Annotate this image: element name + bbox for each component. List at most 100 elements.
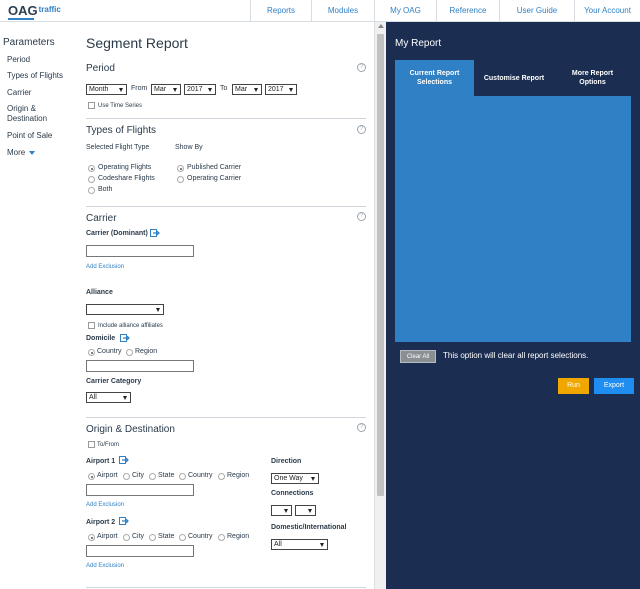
run-button[interactable]: Run [558, 378, 589, 394]
radio-airport2-airport[interactable] [88, 534, 95, 541]
granularity-select[interactable]: Month [86, 84, 127, 95]
connections-max-select[interactable] [295, 505, 316, 516]
to-year-select[interactable]: 2017 [265, 84, 297, 95]
carrier-category-label: Carrier Category [86, 378, 142, 385]
domestic-international-select[interactable]: All [271, 539, 328, 550]
radio-airport2-state[interactable] [149, 534, 156, 541]
radio-published-carrier[interactable] [177, 165, 184, 172]
radio-airport2-country[interactable] [179, 534, 186, 541]
alliance-label: Alliance [86, 289, 113, 296]
airport1-city-label: City [132, 472, 145, 479]
radio-airport2-city[interactable] [123, 534, 130, 541]
carrier-input[interactable] [86, 245, 194, 257]
time-series-label: Use Time Series [98, 103, 143, 109]
nav-your-account[interactable]: Your Account [574, 0, 640, 22]
chevron-down-icon [320, 543, 324, 547]
sidebar-title: Parameters [3, 37, 55, 48]
from-year-value: 2017 [187, 86, 203, 93]
radio-domicile-region[interactable] [126, 349, 133, 356]
sidebar-item-origin-destination[interactable]: Origin & Destination [7, 104, 53, 124]
airport1-add-exclusion-link[interactable]: Add Exclusion [86, 502, 124, 508]
section-title-carrier: Carrier [86, 213, 117, 224]
tab-customise-report[interactable]: Customise Report [474, 60, 554, 96]
scrollbar-thumb[interactable] [377, 34, 384, 496]
nav-reports[interactable]: Reports [250, 0, 311, 22]
help-icon[interactable]: ? [357, 63, 366, 72]
show-by-label: Show By [175, 144, 203, 151]
airport1-input[interactable] [86, 484, 194, 496]
to-from-checkbox[interactable] [88, 441, 95, 448]
sidebar-item-point-of-sale[interactable]: Point of Sale [7, 131, 77, 141]
carrier-category-select[interactable]: All [86, 392, 131, 403]
operating-flights-label: Operating Flights [98, 164, 152, 171]
export-button[interactable]: Export [594, 378, 634, 394]
radio-both[interactable] [88, 187, 95, 194]
help-icon[interactable]: ? [357, 423, 366, 432]
add-field-icon[interactable] [120, 334, 130, 342]
sidebar-item-types-of-flights[interactable]: Types of Flights [7, 71, 77, 81]
radio-airport1-city[interactable] [123, 473, 130, 480]
airport2-state-label: State [158, 533, 175, 540]
section-title-period: Period [86, 63, 115, 74]
sidebar-item-more[interactable]: More [7, 148, 77, 158]
alliance-select[interactable] [86, 304, 164, 315]
direction-select[interactable]: One Way [271, 473, 319, 484]
from-year-select[interactable]: 2017 [184, 84, 216, 95]
domestic-international-label: Domestic/International [271, 524, 347, 531]
help-icon[interactable]: ? [357, 212, 366, 221]
clear-all-button[interactable]: Clear All [400, 350, 436, 363]
scroll-up-arrow-icon[interactable] [377, 24, 384, 28]
operating-carrier-label: Operating Carrier [187, 175, 242, 182]
sidebar-more-label: More [7, 148, 26, 157]
radio-airport1-airport[interactable] [88, 473, 95, 480]
nav-my-oag[interactable]: My OAG [374, 0, 436, 22]
carrier-add-exclusion-link[interactable]: Add Exclusion [86, 264, 124, 270]
connections-min-select[interactable] [271, 505, 292, 516]
chevron-down-icon [29, 150, 36, 155]
radio-operating-flights[interactable] [88, 165, 95, 172]
airport1-region-label: Region [227, 472, 250, 479]
chevron-down-icon [284, 509, 288, 513]
add-field-icon[interactable] [150, 229, 160, 237]
to-from-label: To/From [97, 442, 120, 448]
divider [86, 118, 366, 119]
selected-flight-type-label: Selected Flight Type [86, 144, 150, 151]
alliance-affiliates-checkbox[interactable] [88, 322, 95, 329]
radio-airport1-region[interactable] [218, 473, 225, 480]
sidebar-item-period[interactable]: Period [7, 55, 77, 65]
from-month-select[interactable]: Mar [151, 84, 181, 95]
published-carrier-label: Published Carrier [187, 164, 242, 171]
radio-airport1-country[interactable] [179, 473, 186, 480]
radio-codeshare-flights[interactable] [88, 176, 95, 183]
radio-operating-carrier[interactable] [177, 176, 184, 183]
add-field-icon[interactable] [119, 456, 129, 464]
chevron-down-icon [308, 509, 312, 513]
carrier-category-value: All [89, 394, 97, 401]
page-title: Segment Report [86, 35, 188, 51]
domestic-international-value: All [274, 541, 282, 548]
time-series-checkbox[interactable] [88, 102, 95, 109]
tab-more-report-options[interactable]: More Report Options [554, 60, 631, 96]
chevron-down-icon [289, 88, 293, 92]
to-label: To [220, 85, 228, 92]
domicile-region-label: Region [135, 348, 158, 355]
domicile-input[interactable] [86, 360, 194, 372]
airport2-input[interactable] [86, 545, 194, 557]
oag-traffic-logo[interactable]: OAGtraffic [8, 3, 61, 20]
radio-domicile-country[interactable] [88, 349, 95, 356]
nav-modules[interactable]: Modules [311, 0, 374, 22]
to-month-select[interactable]: Mar [232, 84, 262, 95]
tab-current-report-selections[interactable]: Current Report Selections [395, 60, 474, 96]
direction-label: Direction [271, 458, 302, 465]
airport2-label: Airport 2 [86, 519, 116, 526]
airport2-airport-label: Airport [97, 533, 118, 540]
my-report-panel: My Report Current Report Selections Cust… [386, 22, 640, 589]
help-icon[interactable]: ? [357, 125, 366, 134]
nav-user-guide[interactable]: User Guide [499, 0, 574, 22]
radio-airport1-state[interactable] [149, 473, 156, 480]
sidebar-item-carrier[interactable]: Carrier [7, 88, 77, 98]
airport2-add-exclusion-link[interactable]: Add Exclusion [86, 563, 124, 569]
radio-airport2-region[interactable] [218, 534, 225, 541]
add-field-icon[interactable] [119, 517, 129, 525]
nav-reference[interactable]: Reference [436, 0, 499, 22]
